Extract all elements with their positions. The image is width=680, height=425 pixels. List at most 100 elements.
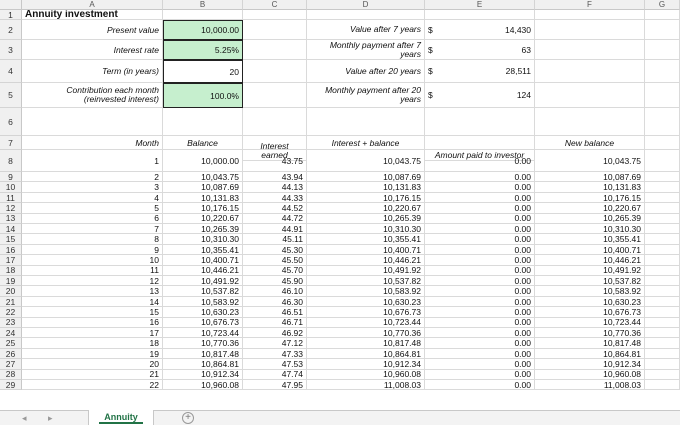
month-cell[interactable]: 15 <box>22 307 163 318</box>
pay7-label[interactable]: Monthly payment after 7 years <box>307 40 425 60</box>
grid-cell[interactable] <box>645 182 680 193</box>
interest-balance-cell[interactable]: 10,176.15 <box>307 192 425 204</box>
grid-cell[interactable] <box>243 20 307 40</box>
sheet-tab-annuity[interactable]: Annuity <box>88 410 154 425</box>
balance-cell[interactable]: 10,676.73 <box>163 317 243 328</box>
grid-cell[interactable] <box>535 10 645 20</box>
month-cell[interactable]: 6 <box>22 213 163 224</box>
balance-cell[interactable]: 10,400.71 <box>163 255 243 266</box>
new-balance-cell[interactable]: 10,960.08 <box>535 369 645 380</box>
value7-value[interactable]: 14,430 <box>425 20 535 40</box>
interest-balance-cell[interactable]: 10,400.71 <box>307 244 425 256</box>
grid-cell[interactable] <box>645 255 680 266</box>
new-balance-cell[interactable]: 10,770.36 <box>535 328 645 339</box>
balance-cell[interactable]: 10,131.83 <box>163 192 243 204</box>
row-header[interactable]: 17 <box>0 255 22 266</box>
interest-balance-cell[interactable]: 10,723.44 <box>307 317 425 328</box>
interest-cell[interactable]: 45.11 <box>243 234 307 245</box>
pay7-value[interactable]: 63 <box>425 40 535 60</box>
month-cell[interactable]: 17 <box>22 328 163 339</box>
interest-balance-cell[interactable]: 10,960.08 <box>307 369 425 380</box>
month-cell[interactable]: 22 <box>22 380 163 391</box>
row-header[interactable]: 22 <box>0 307 22 318</box>
month-cell[interactable]: 10 <box>22 255 163 266</box>
header-balance[interactable]: Balance <box>163 136 243 150</box>
grid-cell[interactable] <box>645 276 680 287</box>
interest-balance-cell[interactable]: 10,131.83 <box>307 182 425 193</box>
row-header[interactable]: 13 <box>0 213 22 224</box>
grid-cell[interactable] <box>645 328 680 339</box>
select-all-corner[interactable] <box>0 0 22 10</box>
interest-cell[interactable]: 44.13 <box>243 182 307 193</box>
balance-cell[interactable]: 10,912.34 <box>163 369 243 380</box>
month-cell[interactable]: 7 <box>22 224 163 235</box>
grid-cell[interactable] <box>645 10 680 20</box>
grid-cell[interactable] <box>535 108 645 136</box>
balance-cell[interactable]: 10,864.81 <box>163 359 243 370</box>
grid-cell[interactable] <box>645 20 680 40</box>
pay20-label[interactable]: Monthly payment after 20 years <box>307 83 425 108</box>
grid-cell[interactable] <box>645 213 680 224</box>
grid-cell[interactable] <box>535 60 645 83</box>
new-balance-cell[interactable]: 10,676.73 <box>535 307 645 318</box>
amount-paid-cell[interactable]: 0.00 <box>425 286 535 297</box>
column-header-a[interactable]: A <box>22 0 163 10</box>
row-header[interactable]: 7 <box>0 136 22 150</box>
value20-value[interactable]: 28,511 <box>425 60 535 83</box>
interest-cell[interactable]: 44.91 <box>243 224 307 235</box>
row-header[interactable]: 9 <box>0 172 22 183</box>
amount-paid-cell[interactable]: 0.00 <box>425 317 535 328</box>
month-cell[interactable]: 11 <box>22 265 163 276</box>
amount-paid-cell[interactable]: 0.00 <box>425 192 535 204</box>
month-cell[interactable]: 20 <box>22 359 163 370</box>
grid-cell[interactable] <box>243 60 307 83</box>
interest-balance-cell[interactable]: 10,310.30 <box>307 224 425 235</box>
header-int-bal[interactable]: Interest + balance <box>307 136 425 150</box>
new-balance-cell[interactable]: 10,220.67 <box>535 203 645 214</box>
header-new-bal[interactable]: New balance <box>535 136 645 150</box>
row-header[interactable]: 24 <box>0 328 22 339</box>
row-header[interactable]: 29 <box>0 380 22 391</box>
new-balance-cell[interactable]: 10,400.71 <box>535 244 645 256</box>
row-header[interactable]: 27 <box>0 359 22 370</box>
balance-cell[interactable]: 10,817.48 <box>163 348 243 360</box>
new-balance-cell[interactable]: 10,630.23 <box>535 296 645 308</box>
balance-cell[interactable]: 10,583.92 <box>163 296 243 308</box>
tab-next-icon[interactable]: ▸ <box>48 413 53 424</box>
amount-paid-cell[interactable]: 0.00 <box>425 296 535 308</box>
new-balance-cell[interactable]: 10,087.69 <box>535 172 645 183</box>
interest-rate-input[interactable]: 5.25% <box>163 40 243 60</box>
amount-paid-cell[interactable]: 0.00 <box>425 369 535 380</box>
balance-cell[interactable]: 10,960.08 <box>163 380 243 391</box>
grid-cell[interactable] <box>645 244 680 256</box>
row-header[interactable]: 18 <box>0 265 22 276</box>
grid-cell[interactable] <box>645 40 680 60</box>
month-cell[interactable]: 4 <box>22 192 163 204</box>
amount-paid-cell[interactable]: 0.00 <box>425 255 535 266</box>
grid-cell[interactable] <box>645 369 680 380</box>
grid-cell[interactable] <box>645 348 680 360</box>
new-balance-cell[interactable]: 10,912.34 <box>535 359 645 370</box>
interest-balance-cell[interactable]: 10,355.41 <box>307 234 425 245</box>
balance-cell[interactable]: 10,310.30 <box>163 234 243 245</box>
interest-balance-cell[interactable]: 10,043.75 <box>307 150 425 172</box>
interest-rate-label[interactable]: Interest rate <box>22 40 163 60</box>
pay20-value[interactable]: 124 <box>425 83 535 108</box>
row-header[interactable]: 10 <box>0 182 22 193</box>
new-balance-cell[interactable]: 10,446.21 <box>535 255 645 266</box>
interest-cell[interactable]: 44.52 <box>243 203 307 214</box>
new-balance-cell[interactable]: 10,043.75 <box>535 150 645 172</box>
amount-paid-cell[interactable]: 0.00 <box>425 265 535 276</box>
row-header[interactable]: 11 <box>0 193 22 204</box>
amount-paid-cell[interactable]: 0.00 <box>425 359 535 370</box>
interest-balance-cell[interactable]: 10,583.92 <box>307 286 425 297</box>
month-cell[interactable]: 14 <box>22 296 163 308</box>
amount-paid-cell[interactable]: 0.00 <box>425 244 535 256</box>
row-header[interactable]: 21 <box>0 297 22 308</box>
interest-balance-cell[interactable]: 10,864.81 <box>307 348 425 360</box>
interest-balance-cell[interactable]: 10,491.92 <box>307 265 425 276</box>
amount-paid-cell[interactable]: 0.00 <box>425 203 535 214</box>
month-cell[interactable]: 5 <box>22 203 163 214</box>
grid-cell[interactable] <box>645 317 680 328</box>
new-balance-cell[interactable]: 10,265.39 <box>535 213 645 224</box>
